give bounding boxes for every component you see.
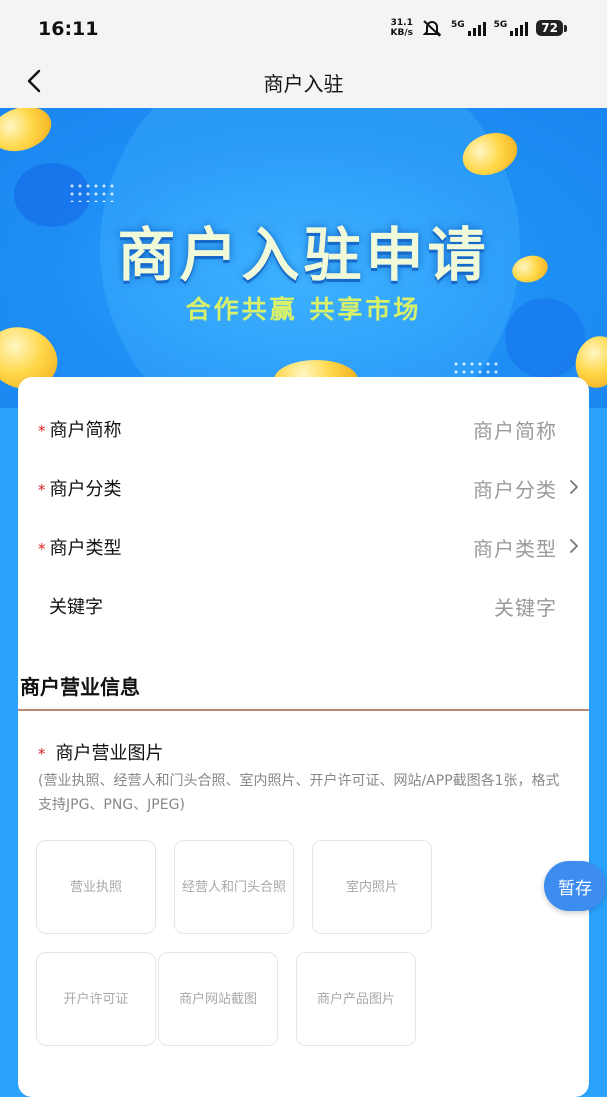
required-mark: * [38,481,46,499]
signal-icon-1: 5G [451,20,486,36]
field-merchant-short-name[interactable]: * 商户简称 商户简称 [18,399,589,457]
sim1-label: 5G [450,20,465,30]
upload-owner-storefront-photo[interactable]: 经营人和门头合照 [174,840,294,934]
network-speed: 31.1 KB/s [391,18,413,38]
field-keyword[interactable]: 关键字 关键字 [18,576,589,634]
gold-coin-decoration [0,108,57,159]
field-merchant-category[interactable]: * 商户分类 商户分类 [18,458,589,516]
network-speed-unit: KB/s [390,28,413,38]
field-label: 关键字 [49,593,103,619]
required-mark: * [38,540,46,558]
field-label-text: 商户简称 [49,420,122,441]
upload-website-screenshot[interactable]: 商户网站截图 [158,952,278,1046]
save-draft-button[interactable]: 暂存 [544,861,606,911]
dot-pattern [68,182,114,202]
section-title-business-info: 商户营业信息 [20,675,140,699]
mute-bell-icon [422,20,442,37]
field-label-text: 商户分类 [49,479,122,500]
upload-account-permit[interactable]: 开户许可证 [36,952,156,1046]
field-label: * 商户简称 [38,416,122,442]
business-images-label: * 商户营业图片 [38,739,164,765]
field-label: * 商户分类 [38,475,122,501]
section-divider [18,709,589,711]
field-label: * 商户类型 [38,534,122,560]
network-speed-value: 31.1 [390,18,413,28]
signal-icon-2: 5G [494,20,529,36]
upload-product-photo[interactable]: 商户产品图片 [296,952,416,1046]
status-bar: 16:11 31.1 KB/s 5G 5G 72 [0,0,607,56]
field-label-text: 商户类型 [49,538,122,559]
chevron-right-icon [570,539,578,553]
chevron-right-icon [570,480,578,494]
sim2-label: 5G [493,20,508,30]
field-merchant-type[interactable]: * 商户类型 商户类型 [18,517,589,575]
merchant-type-select[interactable]: 商户类型 [473,533,557,562]
upload-business-license[interactable]: 营业执照 [36,840,156,934]
status-icons: 31.1 KB/s 5G 5G 72 [391,18,567,38]
field-label-text: 关键字 [49,597,103,618]
battery-icon: 72 [536,20,567,36]
business-images-label-text: 商户营业图片 [55,743,164,764]
banner-subtitle: 合作共赢 共享市场 [185,295,422,324]
banner: 商户入驻申请 合作共赢 共享市场 [0,108,607,408]
status-time: 16:11 [38,18,99,40]
form-card: * 商户简称 商户简称 * 商户分类 商户分类 * 商户类型 商户类型 关键字 关键字… [18,377,589,1097]
nav-bar: 商户入驻 [0,56,607,108]
required-mark: * [38,745,46,763]
merchant-short-name-input[interactable]: 商户简称 [473,415,557,444]
banner-title: 商户入驻申请 [117,221,490,289]
upload-hint: (营业执照、经营人和门头合照、室内照片、开户许可证、网站/APP截图各1张，格式… [38,773,560,813]
required-mark: * [38,422,46,440]
upload-interior-photo[interactable]: 室内照片 [312,840,432,934]
keyword-input[interactable]: 关键字 [494,592,557,621]
battery-level: 72 [536,20,563,36]
page-title: 商户入驻 [263,72,344,96]
merchant-category-select[interactable]: 商户分类 [473,474,557,503]
